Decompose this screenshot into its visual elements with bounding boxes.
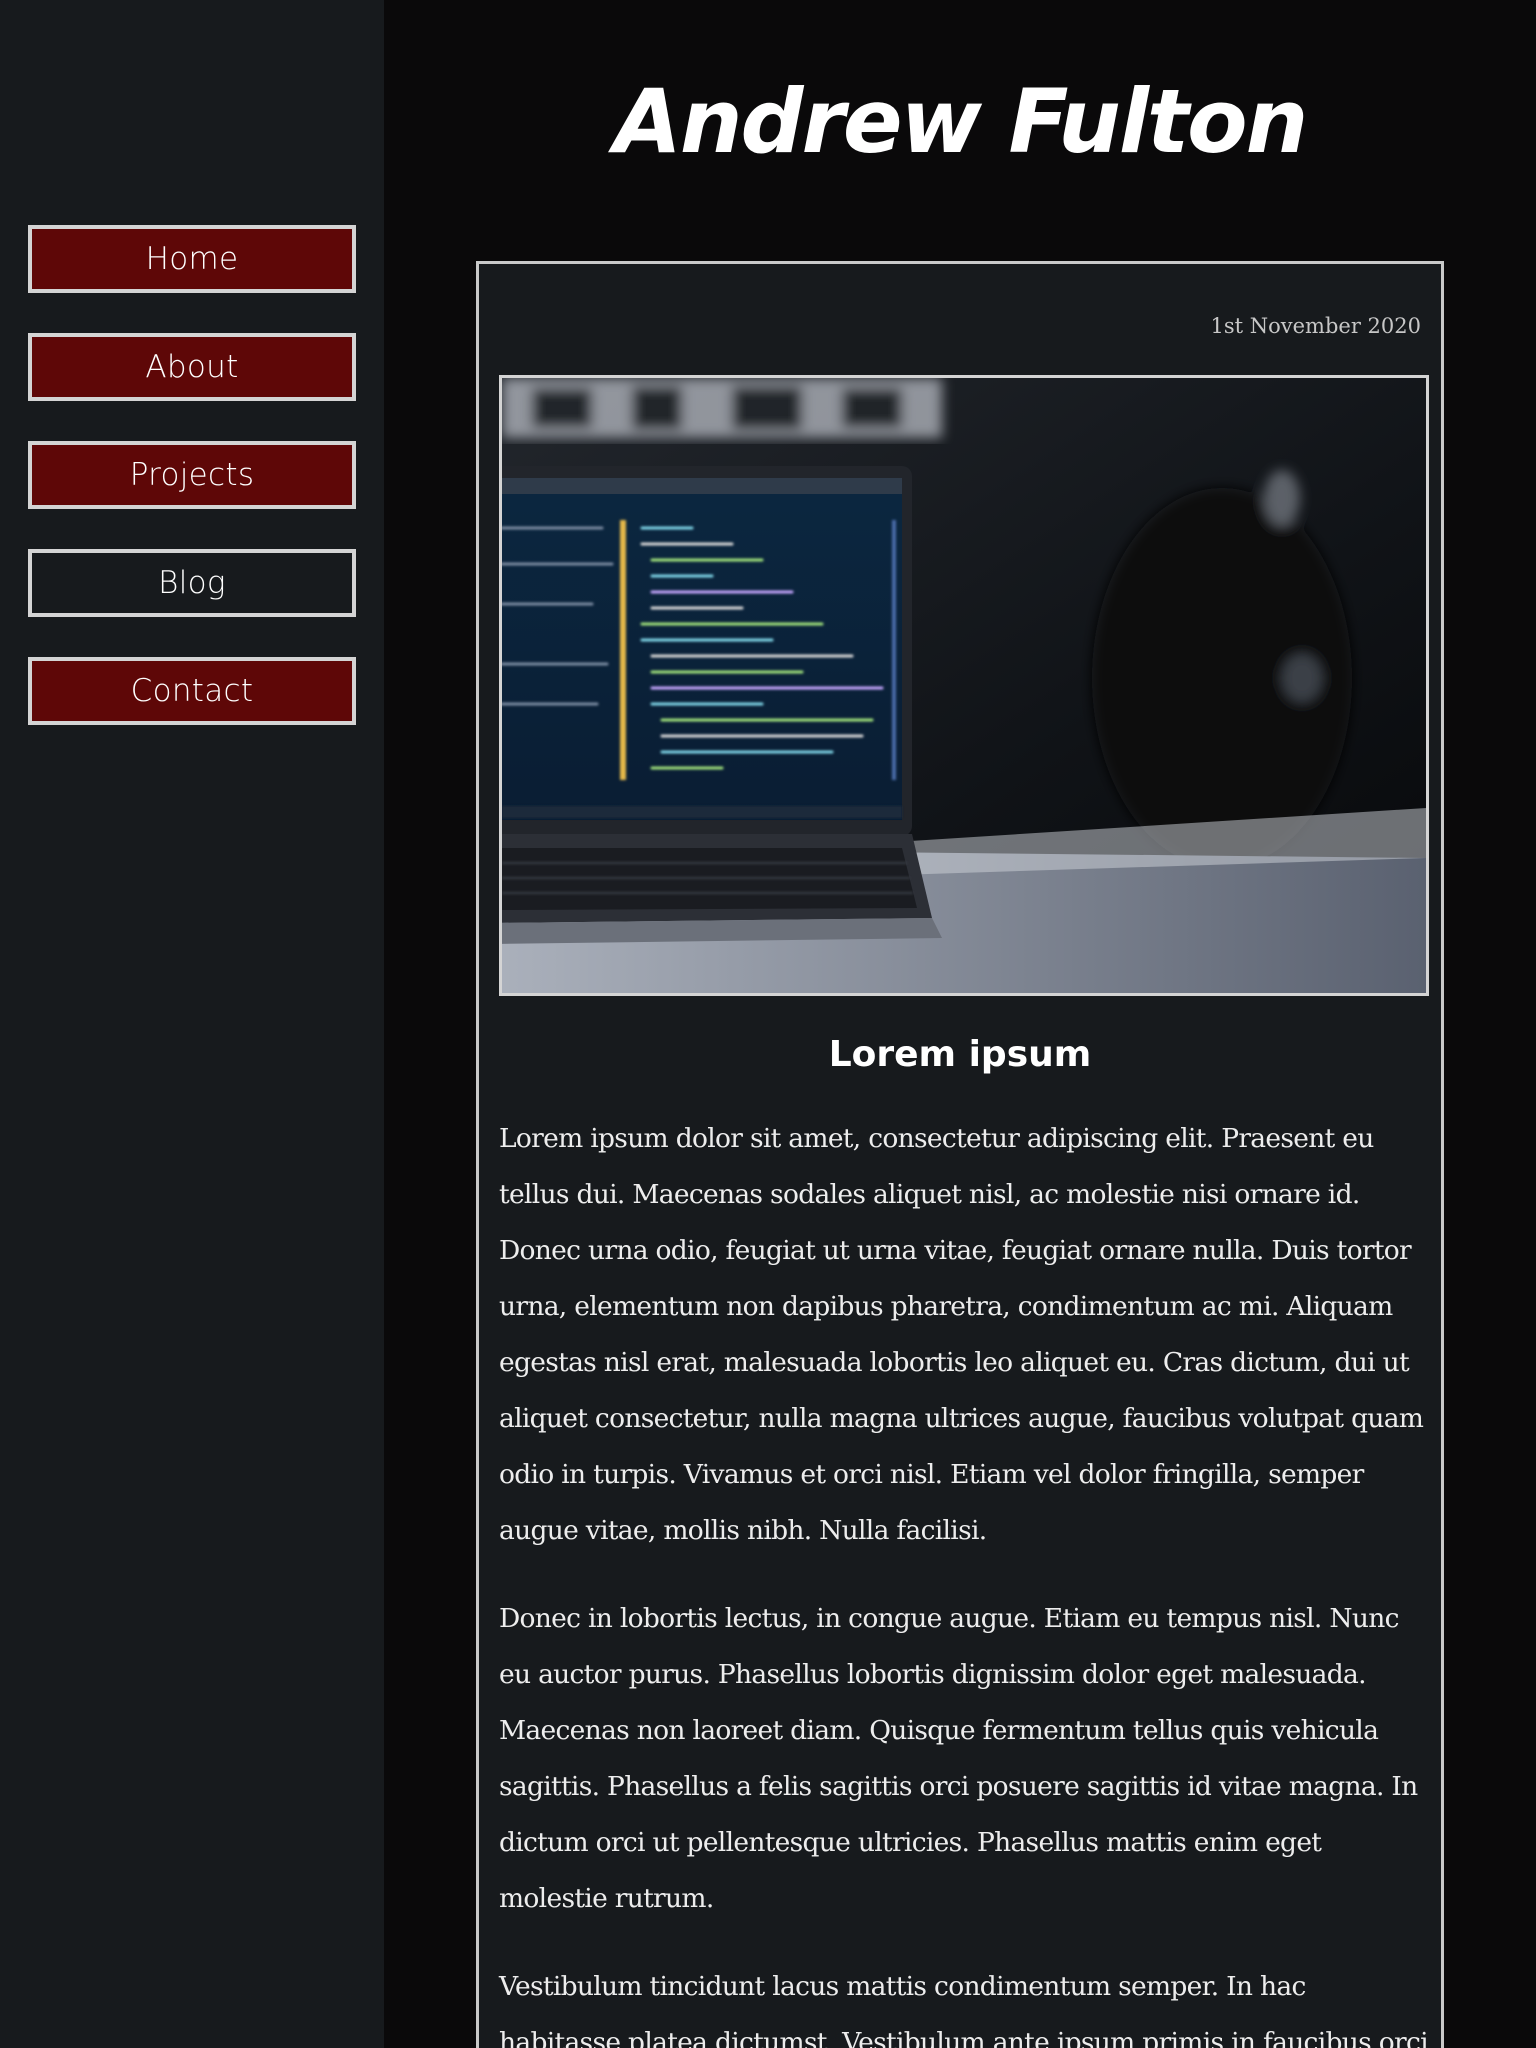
nav-home-button[interactable]: Home xyxy=(28,225,356,293)
nav-projects-button[interactable]: Projects xyxy=(28,441,356,509)
post-paragraph: Lorem ipsum dolor sit amet, consectetur … xyxy=(499,1123,1424,1546)
sidebar: Home About Projects Blog Contact xyxy=(0,0,384,2048)
post-heading: Lorem ipsum xyxy=(828,1034,1092,1075)
post-image xyxy=(499,375,1429,996)
post-body: Lorem ipsum dolor sit amet, consectetur … xyxy=(499,1111,1429,2048)
blog-post-card: 1st November 2020 Lorem ipsum Lorem ipsu… xyxy=(476,261,1444,2048)
nav-blog-button[interactable]: Blog xyxy=(28,549,356,617)
post-date: 1st November 2020 xyxy=(1210,314,1421,338)
post-paragraph: Vestibulum tincidunt lacus mattis condim… xyxy=(499,1971,1429,2048)
nav-contact-button[interactable]: Contact xyxy=(28,657,356,725)
nav-about-button[interactable]: About xyxy=(28,333,356,401)
site-title: Andrew Fulton xyxy=(613,70,1308,173)
laptop-code-photo xyxy=(502,378,1426,993)
post-paragraph: Donec in lobortis lectus, in congue augu… xyxy=(499,1603,1418,1914)
